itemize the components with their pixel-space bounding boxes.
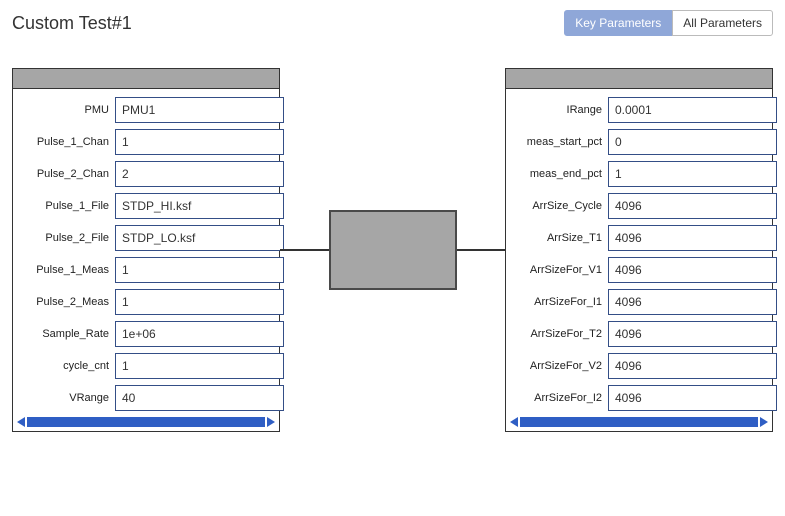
parameter-row: Pulse_2_File (21, 225, 271, 251)
left-parameter-panel: PMU Pulse_1_Chan Pulse_2_Chan Pulse_1_File P… (12, 68, 280, 432)
parameter-input[interactable] (115, 257, 284, 283)
parameter-input[interactable] (608, 289, 777, 315)
connection-wire-right (451, 249, 505, 251)
parameter-label: PMU (21, 104, 115, 116)
parameter-label: ArrSizeFor_I1 (514, 296, 608, 308)
left-panel-header (13, 69, 279, 89)
parameter-row: meas_end_pct (514, 161, 764, 187)
parameter-row: ArrSizeFor_I1 (514, 289, 764, 315)
parameter-row: ArrSizeFor_V2 (514, 353, 764, 379)
parameter-row: cycle_cnt (21, 353, 271, 379)
parameter-label: ArrSizeFor_V1 (514, 264, 608, 276)
parameter-input[interactable] (115, 193, 284, 219)
left-scrollbar[interactable] (13, 417, 279, 431)
parameter-row: ArrSize_T1 (514, 225, 764, 251)
parameter-input[interactable] (115, 385, 284, 411)
parameter-input[interactable] (115, 97, 284, 123)
parameter-input[interactable] (608, 321, 777, 347)
parameter-input[interactable] (608, 129, 777, 155)
parameter-label: ArrSizeFor_I2 (514, 392, 608, 404)
page-title: Custom Test#1 (12, 13, 132, 34)
parameter-label: Pulse_1_Meas (21, 264, 115, 276)
parameter-row: Sample_Rate (21, 321, 271, 347)
scroll-right-icon[interactable] (267, 417, 275, 427)
connection-wire-left (280, 249, 334, 251)
parameter-input[interactable] (115, 225, 284, 251)
parameter-row: ArrSizeFor_I2 (514, 385, 764, 411)
parameter-input[interactable] (608, 257, 777, 283)
parameter-label: Pulse_2_Meas (21, 296, 115, 308)
parameter-row: Pulse_1_Meas (21, 257, 271, 283)
parameter-input[interactable] (608, 97, 777, 123)
parameter-tabs: Key Parameters All Parameters (564, 10, 773, 36)
parameter-row: Pulse_2_Chan (21, 161, 271, 187)
parameter-label: Pulse_2_Chan (21, 168, 115, 180)
parameter-row: Pulse_1_File (21, 193, 271, 219)
scroll-thumb[interactable] (27, 417, 265, 427)
parameter-label: Sample_Rate (21, 328, 115, 340)
parameter-label: ArrSize_Cycle (514, 200, 608, 212)
parameter-label: Pulse_2_File (21, 232, 115, 244)
parameter-label: Pulse_1_File (21, 200, 115, 212)
parameter-input[interactable] (115, 321, 284, 347)
right-parameter-panel: IRange meas_start_pct meas_end_pct ArrSize_… (505, 68, 773, 432)
parameter-input[interactable] (608, 385, 777, 411)
parameter-input[interactable] (608, 353, 777, 379)
parameter-row: meas_start_pct (514, 129, 764, 155)
parameter-row: ArrSizeFor_V1 (514, 257, 764, 283)
right-panel-header (506, 69, 772, 89)
parameter-label: cycle_cnt (21, 360, 115, 372)
parameter-row: ArrSizeFor_T2 (514, 321, 764, 347)
parameter-label: ArrSizeFor_T2 (514, 328, 608, 340)
parameter-label: meas_end_pct (514, 168, 608, 180)
parameter-row: VRange (21, 385, 271, 411)
tab-all-parameters[interactable]: All Parameters (672, 10, 773, 36)
scroll-left-icon[interactable] (510, 417, 518, 427)
parameter-label: Pulse_1_Chan (21, 136, 115, 148)
parameter-row: ArrSize_Cycle (514, 193, 764, 219)
parameter-input[interactable] (115, 161, 284, 187)
parameter-input[interactable] (608, 225, 777, 251)
right-scrollbar[interactable] (506, 417, 772, 431)
parameter-row: PMU (21, 97, 271, 123)
device-block (329, 210, 457, 290)
scroll-thumb[interactable] (520, 417, 758, 427)
parameter-input[interactable] (608, 161, 777, 187)
parameter-label: VRange (21, 392, 115, 404)
parameter-row: Pulse_1_Chan (21, 129, 271, 155)
parameter-input[interactable] (115, 129, 284, 155)
tab-key-parameters[interactable]: Key Parameters (564, 10, 672, 36)
parameter-input[interactable] (115, 353, 284, 379)
parameter-label: IRange (514, 104, 608, 116)
parameter-input[interactable] (608, 193, 777, 219)
parameter-row: Pulse_2_Meas (21, 289, 271, 315)
scroll-left-icon[interactable] (17, 417, 25, 427)
parameter-row: IRange (514, 97, 764, 123)
parameter-input[interactable] (115, 289, 284, 315)
parameter-label: meas_start_pct (514, 136, 608, 148)
parameter-label: ArrSize_T1 (514, 232, 608, 244)
parameter-label: ArrSizeFor_V2 (514, 360, 608, 372)
scroll-right-icon[interactable] (760, 417, 768, 427)
